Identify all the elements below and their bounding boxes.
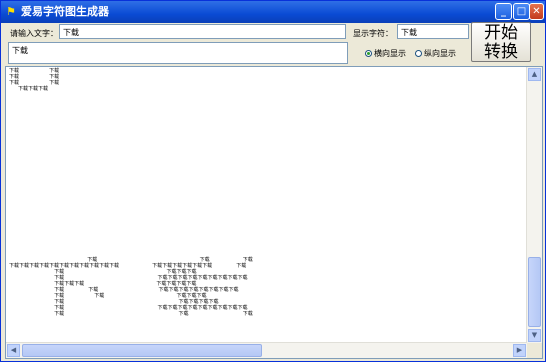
text-input[interactable]: 下载 <box>59 24 346 39</box>
input-label: 请输入文字： <box>10 29 58 38</box>
window-title: 爱易字符图生成器 <box>21 5 109 18</box>
app-icon: ⚑ <box>6 5 16 18</box>
display-char-label: 显示字符： <box>353 29 393 38</box>
radio-horizontal[interactable]: 横向显示 <box>365 48 406 59</box>
display-char-input[interactable]: 下载 <box>397 24 469 39</box>
scroll-left-icon[interactable]: ◀ <box>7 344 20 357</box>
vertical-scrollbar[interactable]: ▲ ▼ <box>526 67 542 343</box>
radio-vertical-label: 纵向显示 <box>424 49 456 58</box>
scrollbar-corner <box>527 343 542 358</box>
start-convert-button[interactable]: 开始 转换 <box>471 22 531 62</box>
radio-vertical[interactable]: 纵向显示 <box>415 48 456 59</box>
scroll-up-icon[interactable]: ▲ <box>528 68 541 81</box>
radio-unselected-icon <box>415 50 422 57</box>
output-area[interactable]: 下载 下载 下载 下载 下载 下载 下载下载下载 下载 下载 下载 下载下载下载… <box>5 66 543 359</box>
radio-selected-icon <box>365 50 372 57</box>
radio-horizontal-label: 横向显示 <box>374 49 406 58</box>
horizontal-scrollbar[interactable]: ◀ ▶ <box>6 342 527 358</box>
horizontal-scroll-thumb[interactable] <box>22 344 262 357</box>
close-button[interactable]: ✕ <box>529 3 544 20</box>
close-icon: ✕ <box>532 6 541 17</box>
scroll-right-icon[interactable]: ▶ <box>513 344 526 357</box>
start-button-line1: 开始 <box>484 23 518 43</box>
scroll-down-icon[interactable]: ▼ <box>528 329 541 342</box>
maximize-icon: □ <box>516 6 527 17</box>
app-window: ⚑ 爱易字符图生成器 _ □ ✕ 请输入文字： 下载 显示字符： 下载 下载 横… <box>0 0 546 362</box>
character-art-top: 下载 下载 下载 下载 下载 下载 下载下载下载 <box>9 68 60 92</box>
minimize-icon: _ <box>501 6 506 17</box>
start-button-line2: 转换 <box>484 42 518 62</box>
minimize-button[interactable]: _ <box>495 3 512 20</box>
title-bar[interactable]: ⚑ 爱易字符图生成器 _ □ ✕ <box>1 1 545 23</box>
maximize-button[interactable]: □ <box>513 3 530 20</box>
vertical-scroll-thumb[interactable] <box>528 257 541 327</box>
multiline-text-field[interactable]: 下载 <box>8 42 348 64</box>
character-art-bottom: 下载 下载 下载 下载下载下载下载下载下载下载下载下载下载下载 下载下载下载下载… <box>9 257 253 317</box>
